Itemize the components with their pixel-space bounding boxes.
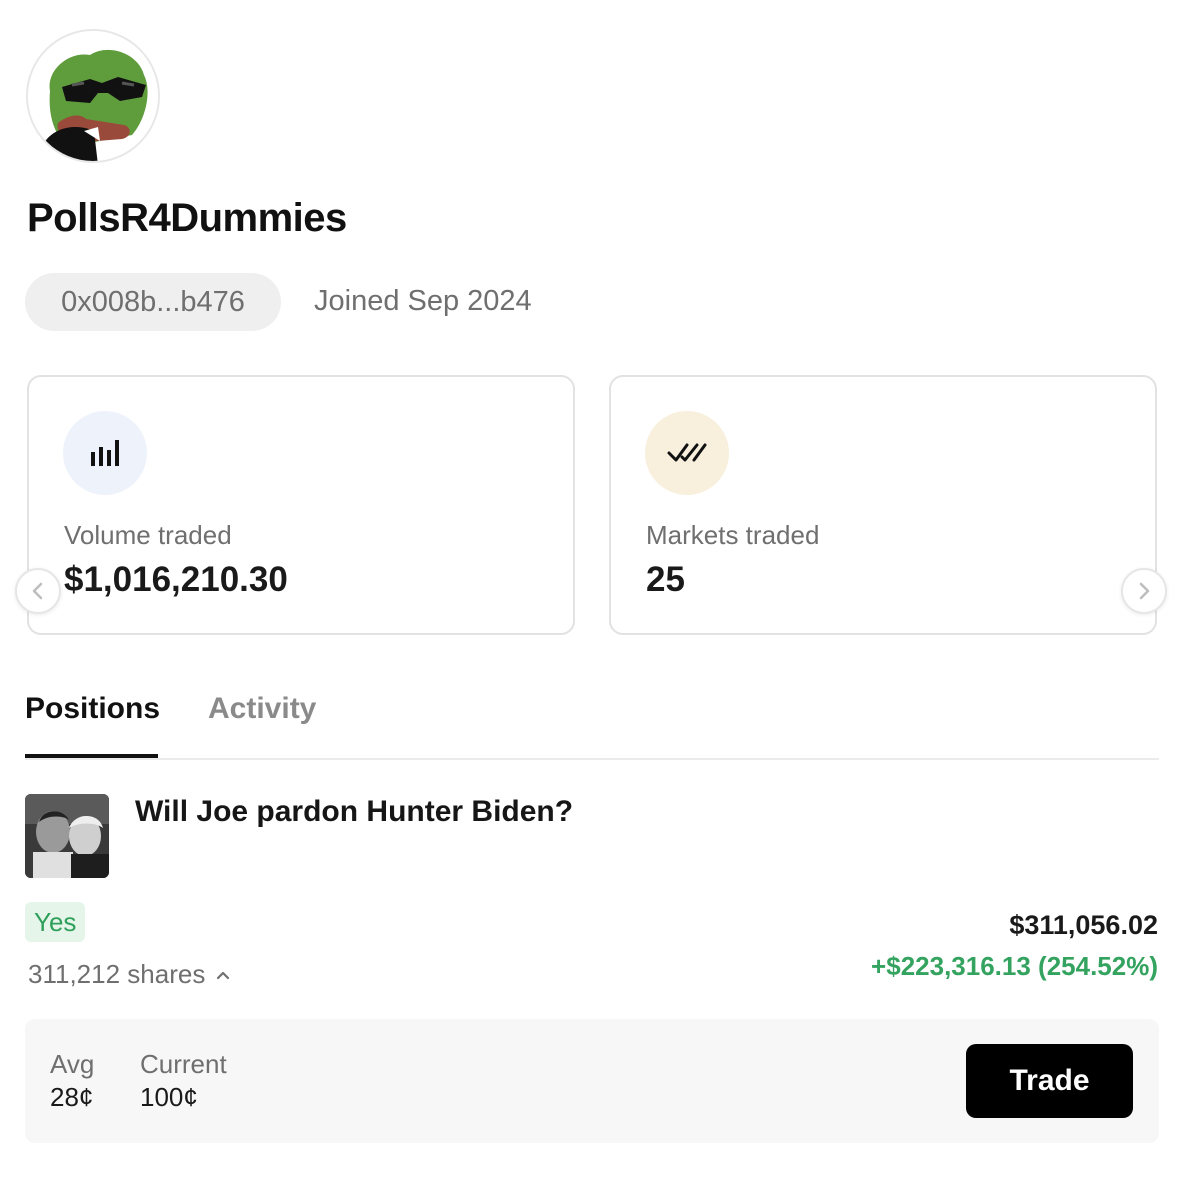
current-value: 100¢ <box>140 1082 198 1112</box>
carousel-next-button[interactable] <box>1121 568 1167 614</box>
double-check-icon <box>645 411 729 495</box>
wallet-address-pill[interactable]: 0x008b...b476 <box>25 273 281 331</box>
stat-card-volume: Volume traded $1,016,210.30 <box>27 375 575 635</box>
shares-toggle[interactable]: 311,212 shares <box>28 959 231 990</box>
stat-card-markets: Markets traded 25 <box>609 375 1157 635</box>
avg-value: 28¢ <box>50 1082 94 1112</box>
trade-button[interactable]: Trade <box>966 1044 1133 1118</box>
shares-count: 311,212 shares <box>28 959 206 989</box>
avatar <box>26 29 160 163</box>
stat-label: Volume traded <box>64 520 232 550</box>
tab-positions[interactable]: Positions <box>25 692 160 726</box>
stat-label: Markets traded <box>646 520 820 550</box>
current-price: Current 100¢ <box>140 1049 227 1115</box>
chevron-right-icon <box>1139 582 1150 600</box>
outcome-badge: Yes <box>25 902 86 942</box>
stat-value: $1,016,210.30 <box>64 560 288 599</box>
bar-chart-icon <box>63 411 147 495</box>
avg-price: Avg 28¢ <box>50 1049 94 1115</box>
market-thumbnail[interactable] <box>25 794 109 878</box>
position-pnl: +$223,316.13 (254.52%) <box>871 951 1158 981</box>
carousel-prev-button[interactable] <box>15 568 61 614</box>
frog-avatar-icon <box>28 31 158 161</box>
chevron-left-icon <box>32 582 43 600</box>
tab-activity[interactable]: Activity <box>208 692 316 726</box>
position-details: Avg 28¢ Current 100¢ Trade <box>25 1019 1159 1143</box>
chevron-up-icon <box>217 971 230 979</box>
avg-label: Avg <box>50 1049 95 1079</box>
market-title[interactable]: Will Joe pardon Hunter Biden? <box>135 795 573 829</box>
current-label: Current <box>140 1049 227 1079</box>
position-value: $311,056.02 <box>1009 910 1158 940</box>
active-tab-indicator <box>25 754 158 758</box>
profile-tabs: Positions Activity <box>25 692 1159 760</box>
stat-value: 25 <box>646 560 685 599</box>
joined-date: Joined Sep 2024 <box>314 285 532 317</box>
username: PollsR4Dummies <box>27 196 347 240</box>
profile-page: PollsR4Dummies 0x008b...b476 Joined Sep … <box>0 0 1186 1184</box>
